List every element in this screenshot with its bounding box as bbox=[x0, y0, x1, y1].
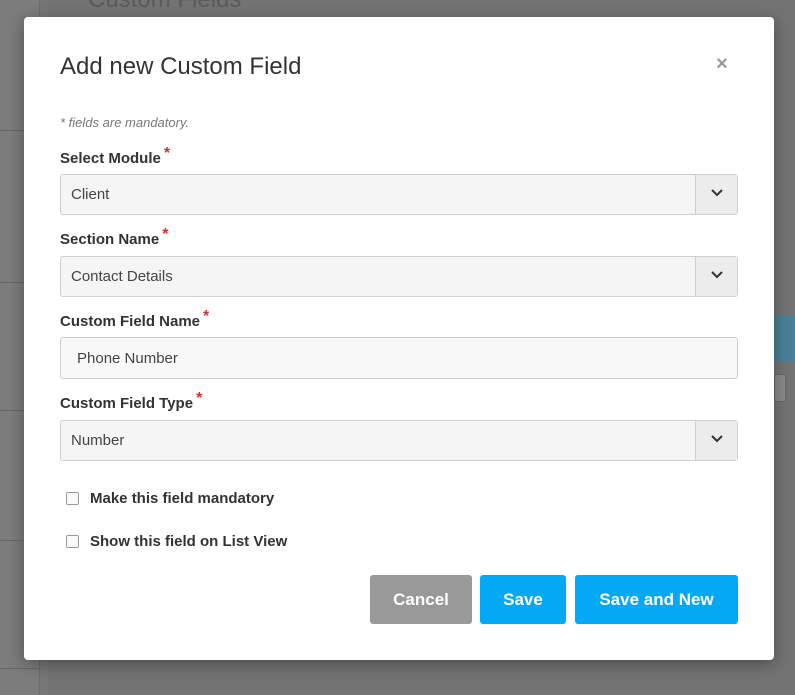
section-label-text: Section Name bbox=[60, 231, 160, 248]
field-name-input[interactable] bbox=[60, 337, 738, 379]
list-view-checkbox[interactable] bbox=[66, 535, 79, 548]
section-select-value: Contact Details bbox=[71, 268, 173, 285]
close-icon[interactable]: × bbox=[712, 53, 732, 75]
mandatory-checkbox[interactable] bbox=[66, 492, 79, 505]
modal-title: Add new Custom Field bbox=[60, 53, 302, 80]
field-type-select-toggle[interactable] bbox=[695, 421, 737, 460]
chevron-down-icon bbox=[711, 435, 723, 443]
section-select-toggle[interactable] bbox=[695, 257, 737, 296]
required-marker: * bbox=[203, 308, 210, 325]
divider bbox=[0, 668, 40, 669]
mandatory-checkbox-label[interactable]: Make this field mandatory bbox=[90, 490, 274, 507]
list-view-checkbox-row[interactable]: Show this field on List View bbox=[66, 533, 287, 550]
save-and-new-button[interactable]: Save and New bbox=[575, 575, 738, 624]
field-name-label-text: Custom Field Name bbox=[60, 313, 201, 330]
required-marker: * bbox=[163, 145, 171, 162]
field-type-select-value: Number bbox=[71, 432, 125, 449]
save-button[interactable]: Save bbox=[480, 575, 566, 624]
module-select-toggle[interactable] bbox=[695, 175, 737, 214]
section-label: Section Name * bbox=[60, 226, 168, 249]
field-type-label-text: Custom Field Type bbox=[60, 395, 194, 412]
list-view-checkbox-label[interactable]: Show this field on List View bbox=[90, 533, 287, 550]
required-marker: * bbox=[196, 390, 203, 407]
module-label: Select Module * bbox=[60, 145, 170, 168]
mandatory-checkbox-row[interactable]: Make this field mandatory bbox=[66, 490, 274, 507]
background-control bbox=[774, 374, 786, 402]
background-page-title: Custom Fields bbox=[88, 0, 241, 14]
field-type-label: Custom Field Type * bbox=[60, 390, 202, 413]
field-name-label: Custom Field Name * bbox=[60, 308, 209, 331]
chevron-down-icon bbox=[711, 271, 723, 279]
required-marker: * bbox=[162, 226, 169, 243]
module-select[interactable]: Client bbox=[60, 174, 738, 215]
background-accent-band bbox=[774, 316, 795, 361]
module-select-value: Client bbox=[71, 186, 110, 203]
mandatory-note: * fields are mandatory. bbox=[60, 115, 190, 130]
field-type-select[interactable]: Number bbox=[60, 420, 738, 461]
module-label-text: Select Module bbox=[60, 150, 161, 167]
cancel-button[interactable]: Cancel bbox=[370, 575, 472, 624]
section-select[interactable]: Contact Details bbox=[60, 256, 738, 297]
add-custom-field-modal: Add new Custom Field × * fields are mand… bbox=[24, 17, 774, 660]
chevron-down-icon bbox=[711, 189, 723, 197]
